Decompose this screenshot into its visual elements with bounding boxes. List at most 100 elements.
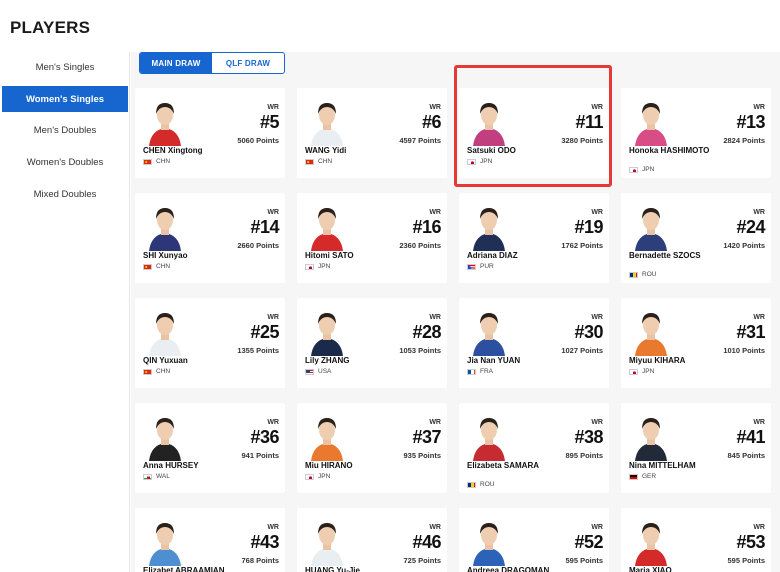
- player-card[interactable]: WR #16 2360 Points Hitomi SATO JPN: [297, 193, 447, 283]
- player-country: CHN: [305, 158, 332, 165]
- tab-main-draw[interactable]: MAIN DRAW: [140, 53, 212, 73]
- player-name[interactable]: Jia Nan YUAN: [467, 356, 557, 365]
- player-name[interactable]: Adriana DIAZ: [467, 251, 557, 260]
- player-rank: #24: [736, 217, 765, 237]
- sidebar-item-mens-doubles[interactable]: Men's Doubles: [2, 117, 128, 143]
- wr-label: WR: [753, 314, 765, 321]
- player-photo: [303, 516, 351, 566]
- sidebar-item-mixed-doubles[interactable]: Mixed Doubles: [2, 181, 128, 207]
- player-points: 5060 Points: [237, 136, 279, 145]
- player-name[interactable]: Elizabet ABRAAMIAN: [143, 566, 233, 572]
- player-photo: [303, 201, 351, 251]
- player-name[interactable]: Maria XIAO: [629, 566, 719, 572]
- player-name[interactable]: Hitomi SATO: [305, 251, 395, 260]
- country-code: JPN: [318, 473, 331, 480]
- player-name[interactable]: HUANG Yu-Jie: [305, 566, 395, 572]
- flag-icon: [143, 263, 152, 270]
- player-card[interactable]: WR #24 1420 Points Bernadette SZOCS ROU: [621, 193, 771, 283]
- player-photo: [627, 96, 675, 146]
- flag-icon: [305, 158, 314, 165]
- sidebar-item-mens-singles[interactable]: Men's Singles: [2, 54, 128, 80]
- player-points: 2660 Points: [237, 241, 279, 250]
- flag-icon: [143, 158, 152, 165]
- flag-icon: [305, 473, 314, 480]
- sidebar-item-womens-doubles[interactable]: Women's Doubles: [2, 149, 128, 175]
- page-title: PLAYERS: [10, 18, 91, 37]
- player-name[interactable]: Lily ZHANG: [305, 356, 395, 365]
- wr-label: WR: [591, 209, 603, 216]
- player-rank: #5: [259, 112, 280, 132]
- wr-label: WR: [753, 209, 765, 216]
- player-photo: [141, 96, 189, 146]
- player-points: 725 Points: [403, 556, 441, 565]
- player-rank: #14: [250, 217, 279, 237]
- player-card[interactable]: WR #14 2660 Points SHI Xunyao CHN: [135, 193, 285, 283]
- player-name[interactable]: Honoka HASHIMOTO: [629, 146, 719, 155]
- player-photo: [465, 411, 513, 461]
- flag-icon: [143, 473, 152, 480]
- player-points: 2360 Points: [399, 241, 441, 250]
- player-name[interactable]: Miyuu KIHARA: [629, 356, 719, 365]
- player-name[interactable]: CHEN Xingtong: [143, 146, 233, 155]
- player-card[interactable]: WR #53 595 Points Maria XIAO: [621, 508, 771, 572]
- country-code: PUR: [480, 263, 494, 270]
- player-country: CHN: [143, 263, 170, 270]
- player-card[interactable]: WR #19 1762 Points Adriana DIAZ PUR: [459, 193, 609, 283]
- wr-label: WR: [429, 314, 441, 321]
- player-name[interactable]: Bernadette SZOCS: [629, 251, 719, 260]
- player-card[interactable]: WR #41 845 Points Nina MITTELHAM GER: [621, 403, 771, 493]
- player-rank: #30: [574, 322, 603, 342]
- flag-icon: [467, 481, 476, 488]
- player-card[interactable]: WR #38 895 Points Elizabeta SAMARA ROU: [459, 403, 609, 493]
- player-photo: [141, 201, 189, 251]
- wr-label: WR: [267, 209, 279, 216]
- player-name[interactable]: WANG Yidi: [305, 146, 395, 155]
- player-card[interactable]: WR #28 1053 Points Lily ZHANG USA: [297, 298, 447, 388]
- player-points: 1027 Points: [561, 346, 603, 355]
- player-points: 1053 Points: [399, 346, 441, 355]
- tab-qlf-draw[interactable]: QLF DRAW: [212, 53, 284, 73]
- player-card[interactable]: WR #25 1355 Points QIN Yuxuan CHN: [135, 298, 285, 388]
- player-rank: #19: [574, 217, 603, 237]
- flag-icon: [467, 158, 476, 165]
- player-photo: [627, 516, 675, 566]
- player-photo: [627, 201, 675, 251]
- player-country: JPN: [467, 158, 492, 165]
- player-card[interactable]: WR #11 3280 Points Satsuki ODO JPN: [459, 88, 609, 178]
- player-country: JPN: [629, 368, 654, 375]
- player-card[interactable]: WR #37 935 Points Miu HIRANO JPN: [297, 403, 447, 493]
- player-card[interactable]: WR #43 768 Points Elizabet ABRAAMIAN: [135, 508, 285, 572]
- player-name[interactable]: Anna HURSEY: [143, 461, 233, 470]
- flag-icon: [305, 368, 314, 375]
- country-code: GER: [642, 473, 657, 480]
- player-points: 895 Points: [565, 451, 603, 460]
- country-code: FRA: [480, 368, 493, 375]
- player-country: ROU: [467, 481, 494, 488]
- player-name[interactable]: Andreea DRAGOMAN: [467, 566, 557, 572]
- player-card[interactable]: WR #46 725 Points HUANG Yu-Jie: [297, 508, 447, 572]
- player-card[interactable]: WR #31 1010 Points Miyuu KIHARA JPN: [621, 298, 771, 388]
- flag-icon: [467, 368, 476, 375]
- player-country: FRA: [467, 368, 493, 375]
- player-photo: [303, 96, 351, 146]
- player-points: 2824 Points: [723, 136, 765, 145]
- player-card[interactable]: WR #6 4597 Points WANG Yidi CHN: [297, 88, 447, 178]
- player-name[interactable]: QIN Yuxuan: [143, 356, 233, 365]
- player-name[interactable]: Elizabeta SAMARA: [467, 461, 557, 470]
- player-card[interactable]: WR #52 595 Points Andreea DRAGOMAN: [459, 508, 609, 572]
- player-name[interactable]: Satsuki ODO: [467, 146, 557, 155]
- player-name[interactable]: Nina MITTELHAM: [629, 461, 719, 470]
- player-card[interactable]: WR #30 1027 Points Jia Nan YUAN FRA: [459, 298, 609, 388]
- player-photo: [141, 516, 189, 566]
- player-points: 3280 Points: [561, 136, 603, 145]
- player-card[interactable]: WR #5 5060 Points CHEN Xingtong CHN: [135, 88, 285, 178]
- player-card[interactable]: WR #36 941 Points Anna HURSEY WAL: [135, 403, 285, 493]
- wr-label: WR: [753, 419, 765, 426]
- country-code: USA: [318, 368, 332, 375]
- player-name[interactable]: Miu HIRANO: [305, 461, 395, 470]
- player-rank: #25: [250, 322, 279, 342]
- player-name[interactable]: SHI Xunyao: [143, 251, 233, 260]
- sidebar-item-womens-singles[interactable]: Women's Singles: [2, 86, 128, 112]
- player-card[interactable]: WR #13 2824 Points Honoka HASHIMOTO JPN: [621, 88, 771, 178]
- wr-label: WR: [267, 524, 279, 531]
